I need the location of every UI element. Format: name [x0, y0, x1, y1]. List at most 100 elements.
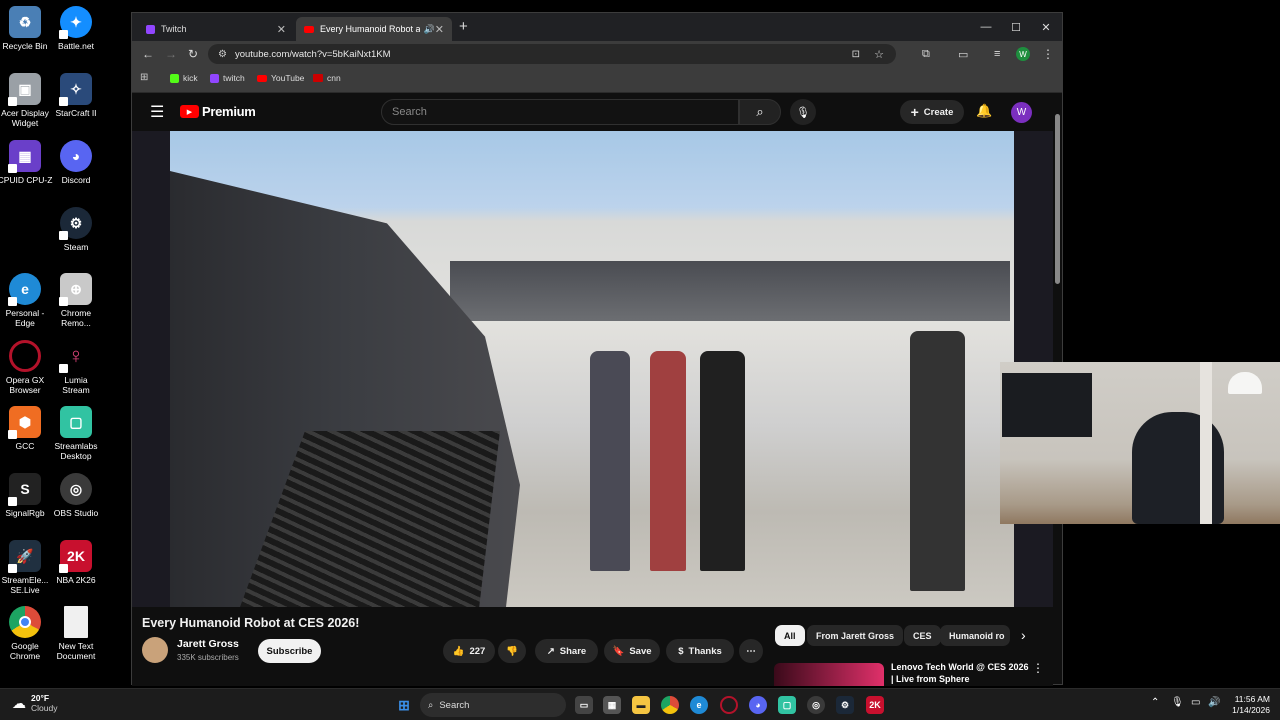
- desktop-icon-steam[interactable]: ⚙ Steam: [44, 207, 108, 252]
- account-avatar[interactable]: W: [1011, 102, 1032, 123]
- maximize-button[interactable]: ☐: [1001, 13, 1031, 41]
- hamburger-menu-icon[interactable]: ☰: [150, 102, 164, 122]
- recommended-thumbnail[interactable]: [774, 663, 884, 686]
- profile-avatar[interactable]: W: [1016, 47, 1030, 61]
- reload-icon[interactable]: ↻: [188, 47, 198, 61]
- create-button[interactable]: + Create: [900, 100, 964, 124]
- video-player[interactable]: [132, 131, 1053, 607]
- desktop-icon-streamlabs[interactable]: ▢ Streamlabs Desktop: [44, 406, 108, 461]
- subscribe-button[interactable]: Subscribe: [258, 639, 321, 663]
- nba2k-icon: 2K: [59, 540, 92, 573]
- close-icon[interactable]: ✕: [435, 23, 444, 36]
- extensions-icon[interactable]: ⧉: [922, 48, 930, 61]
- tab-youtube[interactable]: Every Humanoid Robot at C 🔊 ✕: [296, 17, 452, 41]
- voice-search-button[interactable]: 🎙: [790, 99, 816, 125]
- clock[interactable]: 11:56 AM 1/14/2026: [1224, 694, 1270, 716]
- chip-from-channel[interactable]: From Jarett Gross: [807, 625, 904, 646]
- scrollbar-thumb[interactable]: [1055, 114, 1060, 284]
- save-button[interactable]: 🔖 Save: [604, 639, 660, 663]
- bookmark-kick[interactable]: kick: [170, 73, 198, 83]
- new-tab-button[interactable]: +: [459, 18, 468, 35]
- cpuz-icon: ▦: [8, 140, 41, 173]
- streamelements-icon: 🚀: [8, 540, 41, 573]
- microphone-tray-icon[interactable]: 🎙: [1171, 697, 1184, 708]
- volume-icon[interactable]: 🔊: [1208, 697, 1220, 708]
- menu-kebab-icon[interactable]: ⋮: [1042, 47, 1054, 61]
- taskbar-search[interactable]: ⌕ Search: [420, 693, 566, 717]
- desktop-icon-chrome-remote[interactable]: ⊕ Chrome Remo...: [44, 273, 108, 328]
- streamlabs-taskbar-icon[interactable]: ▢: [778, 696, 796, 714]
- dislike-button[interactable]: 👎: [498, 639, 526, 663]
- bookmark-twitch[interactable]: twitch: [210, 73, 245, 83]
- widgets-icon[interactable]: ▦: [603, 696, 621, 714]
- task-view-icon[interactable]: ▭: [575, 696, 593, 714]
- display-tray-icon[interactable]: ▭: [1191, 697, 1200, 708]
- address-bar[interactable]: ⚙ youtube.com/watch?v=5bKaiNxt1KM ⊡ ☆: [208, 44, 896, 64]
- youtube-logo[interactable]: ▶ Premium: [180, 104, 256, 119]
- thanks-button[interactable]: $ Thanks: [666, 639, 734, 663]
- nba2k-taskbar-icon[interactable]: 2K: [866, 696, 884, 714]
- youtube-search-button[interactable]: ⌕: [739, 99, 781, 125]
- chip-humanoid[interactable]: Humanoid ro: [940, 625, 1010, 646]
- opera-gx-taskbar-icon[interactable]: [720, 696, 738, 714]
- close-icon[interactable]: ✕: [277, 23, 286, 36]
- youtube-play-icon: ▶: [180, 105, 199, 118]
- close-window-button[interactable]: ✕: [1031, 13, 1061, 41]
- tab-twitch[interactable]: Twitch ✕: [138, 17, 294, 41]
- bookmark-cnn[interactable]: cnn: [313, 73, 341, 83]
- recommended-title[interactable]: Lenovo Tech World @ CES 2026 | Live from…: [891, 661, 1031, 685]
- chevron-up-icon[interactable]: ⌃: [1151, 697, 1159, 708]
- thumbs-down-icon: 👎: [506, 645, 518, 657]
- apps-grid-icon[interactable]: ⊞: [140, 72, 148, 83]
- install-app-icon[interactable]: ⊡: [852, 49, 860, 60]
- desktop-icon-obs[interactable]: ◎ OBS Studio: [44, 473, 108, 518]
- obs-taskbar-icon[interactable]: ◎: [807, 696, 825, 714]
- forward-icon[interactable]: →: [165, 47, 177, 61]
- site-info-icon[interactable]: ⚙: [218, 49, 227, 60]
- reading-list-icon[interactable]: ≡: [994, 48, 1000, 60]
- chip-all[interactable]: All: [775, 625, 805, 646]
- youtube-icon: [257, 74, 267, 82]
- share-button[interactable]: ↗ Share: [535, 639, 598, 663]
- more-actions-button[interactable]: ⋯: [739, 639, 763, 663]
- desktop-icon-nba2k[interactable]: 2K NBA 2K26: [44, 540, 108, 585]
- channel-name[interactable]: Jarett Gross: [177, 638, 239, 650]
- search-icon: ⌕: [756, 104, 764, 119]
- youtube-icon: [304, 25, 314, 33]
- edge-taskbar-icon[interactable]: e: [690, 696, 708, 714]
- battlenet-icon: ✦: [59, 6, 92, 39]
- webcam-overlay: [1000, 362, 1280, 524]
- sidebar-icon[interactable]: ▭: [958, 48, 968, 61]
- file-explorer-icon[interactable]: ▬: [632, 696, 650, 714]
- chip-ces[interactable]: CES: [904, 625, 941, 646]
- chevron-right-icon[interactable]: ›: [1021, 627, 1026, 643]
- discord-taskbar-icon[interactable]: ◕: [749, 696, 767, 714]
- windows-start-icon[interactable]: ⊞: [395, 696, 413, 714]
- video-title: Every Humanoid Robot at CES 2026!: [142, 616, 360, 630]
- youtube-search-input[interactable]: Search: [381, 99, 739, 125]
- notifications-bell-icon[interactable]: 🔔: [976, 103, 992, 119]
- desktop-icon-text-document[interactable]: New Text Document: [44, 606, 108, 661]
- webcam-tv: [1002, 373, 1092, 437]
- chrome-taskbar-icon[interactable]: [661, 696, 679, 714]
- desktop-icon-starcraft[interactable]: ✧ StarCraft II: [44, 73, 108, 118]
- steam-taskbar-icon[interactable]: ⚙: [836, 696, 854, 714]
- like-button[interactable]: 👍 227: [443, 639, 495, 663]
- bookmark-youtube[interactable]: YouTube: [257, 73, 304, 83]
- bookmark-star-icon[interactable]: ☆: [874, 48, 884, 61]
- bookmarks-bar: ⊞ kick twitch YouTube cnn: [132, 67, 1062, 93]
- desktop-icon-discord[interactable]: ◕ Discord: [44, 140, 108, 185]
- microphone-icon: 🎙: [796, 106, 810, 119]
- plus-icon: +: [910, 104, 919, 120]
- desktop-icon-lumia[interactable]: ♀ Lumia Stream: [44, 340, 108, 395]
- weather-widget[interactable]: ☁ 20°F Cloudy: [12, 693, 57, 713]
- speaker-icon[interactable]: 🔊: [424, 24, 435, 35]
- back-icon[interactable]: ←: [142, 47, 154, 61]
- minimize-button[interactable]: —: [971, 13, 1001, 41]
- more-vertical-icon[interactable]: ⋮: [1032, 661, 1044, 675]
- subscriber-count: 335K subscribers: [177, 653, 239, 662]
- steam-icon: ⚙: [59, 207, 92, 240]
- desktop-icon-battlenet[interactable]: ✦ Battle.net: [44, 6, 108, 51]
- twitch-icon: [146, 24, 155, 34]
- channel-avatar[interactable]: [142, 637, 168, 663]
